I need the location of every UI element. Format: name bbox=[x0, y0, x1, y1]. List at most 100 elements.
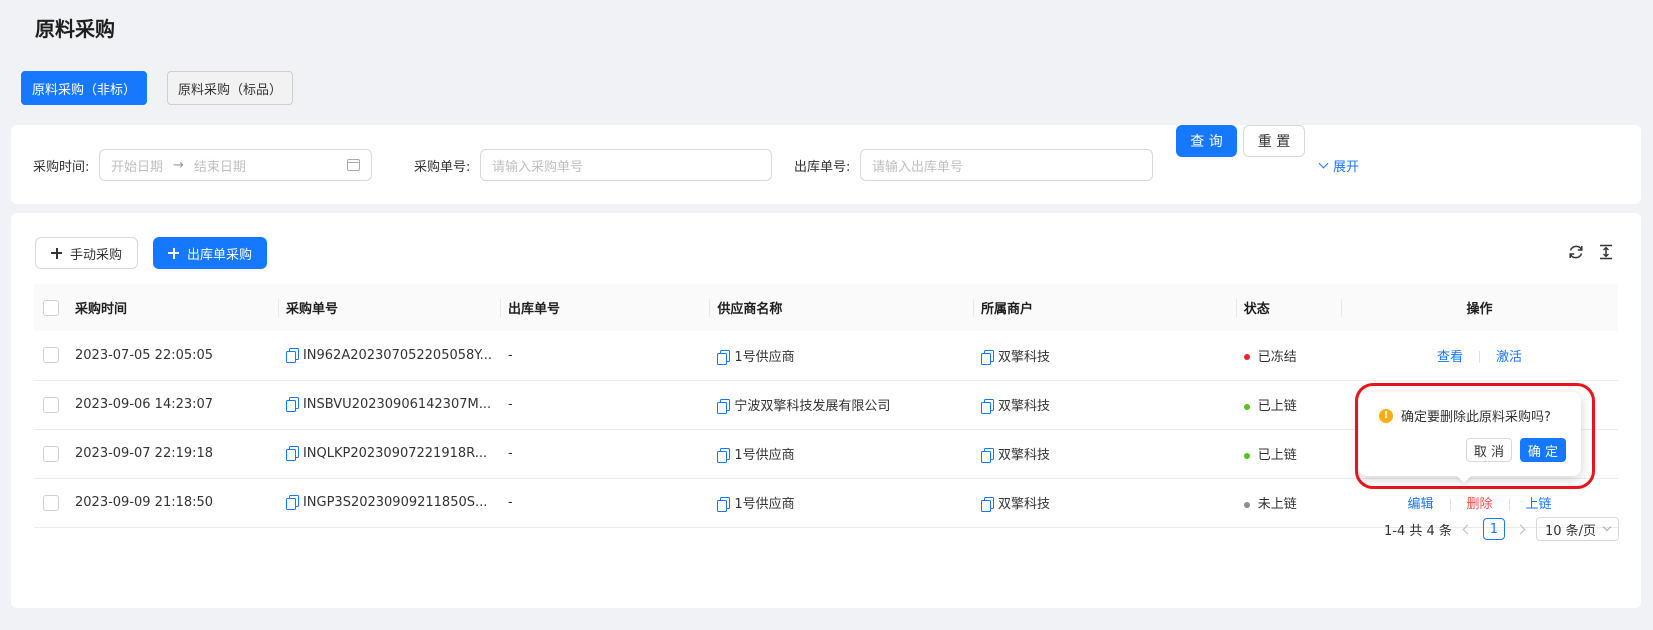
action-divider bbox=[1479, 351, 1481, 364]
order-no-cell: INGP3S20230909211850S... bbox=[278, 478, 500, 527]
tab-non-standard[interactable]: 原料采购（非标） bbox=[21, 71, 148, 105]
merchant-cell: 双擎科技 bbox=[973, 478, 1236, 527]
search-panel: 采购时间: 开始日期 → 结束日期 采购单号: 请输入采购单号 出库单号: 请输… bbox=[11, 125, 1641, 204]
supplier-cell: 1号供应商 bbox=[709, 478, 973, 527]
row-checkbox[interactable] bbox=[43, 494, 59, 511]
copy-icon[interactable] bbox=[285, 446, 299, 461]
order-no-text: INQLKP20230907221918R... bbox=[302, 446, 488, 461]
copy-icon[interactable] bbox=[717, 349, 731, 365]
next-page-icon[interactable] bbox=[1515, 524, 1526, 534]
purchase-time-label: 采购时间: bbox=[33, 160, 90, 175]
end-date-input[interactable]: 结束日期 bbox=[194, 156, 347, 175]
page-number[interactable]: 1 bbox=[1482, 518, 1505, 540]
merchant-text: 双擎科技 bbox=[998, 399, 1051, 414]
plus-icon bbox=[51, 247, 62, 259]
purchase-time-cell: 2023-09-07 22:19:18 bbox=[75, 446, 214, 461]
chevron-down-icon bbox=[1318, 158, 1329, 169]
tab-bar: 原料采购（非标） 原料采购（标品） bbox=[21, 71, 294, 105]
status-dot bbox=[1243, 452, 1250, 459]
copy-icon[interactable] bbox=[981, 448, 995, 463]
query-button[interactable]: 查 询 bbox=[1176, 125, 1237, 157]
order-no-text: INGP3S20230909211850S... bbox=[302, 495, 488, 510]
column-header: 采购单号 bbox=[277, 284, 500, 331]
purchase-order-input[interactable]: 请输入采购单号 bbox=[480, 149, 772, 181]
actions-cell: 查看 激活 bbox=[1341, 331, 1618, 380]
copy-icon[interactable] bbox=[981, 349, 995, 365]
date-range-picker[interactable]: 开始日期 → 结束日期 bbox=[99, 149, 372, 181]
page-size-select[interactable]: 10 条/页 bbox=[1535, 517, 1619, 541]
outbound-order-label: 出库单号: bbox=[794, 160, 851, 175]
copy-icon[interactable] bbox=[981, 497, 995, 512]
status-cell: 已上链 bbox=[1236, 429, 1341, 478]
copy-icon[interactable] bbox=[717, 497, 731, 512]
column-height-icon[interactable] bbox=[1597, 243, 1615, 261]
select-all-checkbox[interactable] bbox=[43, 299, 59, 316]
outbound-purchase-label: 出库单采购 bbox=[187, 247, 253, 263]
delete-button[interactable]: 删除 bbox=[1467, 493, 1493, 512]
column-header: 状态 bbox=[1235, 284, 1341, 331]
supplier-cell: 宁波双擎科技发展有限公司 bbox=[709, 380, 973, 429]
start-date-input[interactable]: 开始日期 bbox=[111, 156, 163, 175]
table-row: 2023-07-05 22:05:05 IN962A20230705220505… bbox=[34, 331, 1618, 380]
outbound-no-cell: - bbox=[508, 397, 513, 412]
supplier-cell: 1号供应商 bbox=[709, 429, 973, 478]
supplier-cell: 1号供应商 bbox=[709, 331, 973, 380]
row-checkbox[interactable] bbox=[43, 396, 59, 413]
merchant-text: 双擎科技 bbox=[998, 448, 1051, 463]
plus-icon bbox=[168, 247, 179, 259]
merchant-cell: 双擎科技 bbox=[973, 429, 1236, 478]
chain-button[interactable]: 上链 bbox=[1526, 493, 1552, 512]
order-no-text: INSBVU20230906142307M... bbox=[302, 397, 492, 412]
manual-purchase-button[interactable]: 手动采购 bbox=[35, 237, 139, 269]
column-header: 操作 bbox=[1341, 284, 1618, 331]
status-dot bbox=[1243, 354, 1250, 361]
expand-link[interactable]: 展开 bbox=[1318, 156, 1359, 175]
supplier-text: 1号供应商 bbox=[734, 448, 795, 463]
row-checkbox[interactable] bbox=[43, 347, 59, 364]
status-dot bbox=[1243, 501, 1250, 508]
edit-button[interactable]: 编辑 bbox=[1408, 493, 1434, 512]
column-header: 供应商名称 bbox=[709, 284, 973, 331]
column-header: 所属商户 bbox=[973, 284, 1236, 331]
purchase-time-cell: 2023-07-05 22:05:05 bbox=[75, 347, 214, 363]
refresh-icon[interactable] bbox=[1567, 243, 1585, 261]
supplier-text: 宁波双擎科技发展有限公司 bbox=[734, 399, 891, 414]
merchant-cell: 双擎科技 bbox=[973, 380, 1236, 429]
reset-button[interactable]: 重 置 bbox=[1243, 125, 1305, 157]
view-button[interactable]: 查看 bbox=[1437, 346, 1463, 365]
prev-page-icon[interactable] bbox=[1462, 524, 1473, 534]
copy-icon[interactable] bbox=[285, 347, 299, 363]
merchant-text: 双擎科技 bbox=[998, 497, 1051, 512]
outbound-no-cell: - bbox=[508, 446, 513, 461]
activate-button[interactable]: 激活 bbox=[1496, 346, 1522, 365]
copy-icon[interactable] bbox=[981, 399, 995, 414]
status-cell: 已上链 bbox=[1236, 380, 1341, 429]
page-title: 原料采购 bbox=[35, 17, 115, 41]
order-no-text: IN962A202307052205058Y... bbox=[302, 347, 492, 363]
column-header: 出库单号 bbox=[500, 284, 709, 331]
calendar-icon bbox=[347, 159, 360, 171]
status-dot bbox=[1243, 403, 1250, 410]
purchase-order-label: 采购单号: bbox=[414, 160, 471, 175]
order-no-cell: IN962A202307052205058Y... bbox=[278, 331, 500, 380]
copy-icon[interactable] bbox=[717, 448, 731, 463]
supplier-text: 1号供应商 bbox=[734, 349, 795, 365]
copy-icon[interactable] bbox=[285, 495, 299, 510]
merchant-cell: 双擎科技 bbox=[973, 331, 1236, 380]
outbound-order-input[interactable]: 请输入出库单号 bbox=[860, 149, 1153, 181]
tab-standard[interactable]: 原料采购（标品） bbox=[167, 71, 294, 105]
status-text: 已冻结 bbox=[1257, 349, 1297, 365]
pagination-summary: 1-4 共 4 条 bbox=[1384, 523, 1452, 539]
outbound-no-cell: - bbox=[508, 495, 513, 510]
outbound-no-cell: - bbox=[508, 347, 513, 363]
range-arrow-icon: → bbox=[173, 157, 184, 173]
merchant-text: 双擎科技 bbox=[998, 349, 1051, 365]
copy-icon[interactable] bbox=[717, 399, 731, 414]
pagination: 1-4 共 4 条 1 10 条/页 bbox=[1384, 517, 1619, 541]
copy-icon[interactable] bbox=[285, 397, 299, 412]
manual-purchase-label: 手动采购 bbox=[70, 247, 123, 263]
action-divider bbox=[1449, 498, 1451, 511]
outbound-purchase-button[interactable]: 出库单采购 bbox=[153, 237, 268, 269]
status-text: 已上链 bbox=[1257, 399, 1297, 414]
row-checkbox[interactable] bbox=[43, 445, 59, 462]
